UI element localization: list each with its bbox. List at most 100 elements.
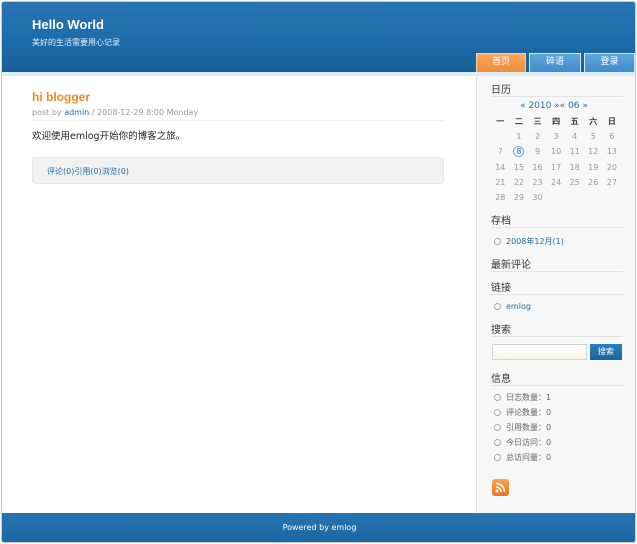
- calendar-weekday-row: 一 二 三 四 五 六 日: [491, 114, 621, 129]
- calendar-day: 22: [513, 177, 524, 187]
- links-title: 链接: [491, 283, 511, 294]
- calendar-day: 26: [588, 177, 599, 187]
- calendar-divider: [491, 96, 623, 97]
- calendar-day: 7: [497, 147, 503, 157]
- calendar-nav: « 2010 »« 06 »: [520, 101, 588, 111]
- info-item: 日志数量：1: [494, 392, 551, 403]
- info-trackback-count: 引用数量：0: [506, 423, 552, 432]
- calendar-day: 24: [550, 177, 562, 187]
- nav-login-tab[interactable]: 登录: [584, 53, 635, 72]
- info-item: 引用数量：0: [494, 422, 551, 433]
- weekday-header: 六: [589, 117, 598, 127]
- calendar-day: 9: [534, 147, 541, 157]
- calendar-day: 14: [495, 162, 506, 172]
- post-footer: 评论(0)引用(0)浏览(0): [32, 157, 444, 184]
- post-author-link[interactable]: admin: [64, 108, 89, 117]
- nav-home-tab[interactable]: 首页: [476, 53, 526, 72]
- weekday-header: 二: [514, 117, 523, 127]
- calendar-day: 29: [513, 193, 524, 203]
- bullet-icon: [494, 454, 501, 461]
- nav-twitter-tab[interactable]: 碎语: [529, 53, 581, 72]
- calendar-day: 10: [550, 147, 562, 157]
- calendar-day: [565, 190, 584, 205]
- weekday-header: 三: [533, 117, 542, 127]
- calendar-day: 16: [532, 162, 543, 172]
- calendar-month-switch[interactable]: »«: [554, 101, 565, 111]
- bullet-icon: [494, 439, 501, 446]
- info-total-visits: 总访问量：0: [506, 453, 552, 462]
- calendar-day: 12: [588, 147, 599, 157]
- calendar-day: 19: [588, 162, 599, 172]
- post-meta: post by admin / 2008-12-29 8:00 Monday: [32, 108, 198, 117]
- search-input[interactable]: [492, 344, 587, 360]
- calendar-day: 18: [569, 162, 580, 172]
- calendar-week-row: 1 2 3 4 5 6: [491, 129, 621, 144]
- calendar-day: 6: [609, 132, 615, 142]
- bullet-icon: [494, 424, 501, 431]
- calendar-day: 4: [572, 132, 578, 142]
- emlog-link[interactable]: emlog: [506, 302, 531, 311]
- post-divider: [32, 120, 444, 121]
- calendar-next-month[interactable]: »: [582, 101, 588, 111]
- calendar-day: 13: [606, 147, 617, 157]
- powered-by-text: Powered by emlog: [282, 523, 357, 532]
- bullet-icon: [494, 394, 501, 401]
- bullet-icon: [494, 409, 501, 416]
- search-title: 搜索: [491, 325, 511, 336]
- trackbacks-link[interactable]: 引用(0): [74, 167, 101, 176]
- latest-comments-divider: [491, 271, 623, 272]
- calendar-day: 8: [510, 144, 529, 159]
- calendar-day: [584, 190, 603, 205]
- archive-divider: [491, 227, 623, 228]
- calendar-day: 2: [534, 132, 541, 142]
- calendar-day: 3: [553, 132, 559, 142]
- calendar-month: 06: [568, 101, 580, 111]
- calendar-day: 20: [606, 162, 617, 172]
- bullet-icon: [494, 238, 501, 245]
- calendar-day: 17: [550, 162, 562, 172]
- calendar-prev-year[interactable]: «: [520, 101, 526, 111]
- weekday-header: 五: [570, 117, 579, 127]
- calendar-day: 15: [513, 162, 524, 172]
- calendar-day: 30: [532, 193, 543, 203]
- weekday-header: 一: [496, 117, 505, 127]
- post-title[interactable]: hi blogger: [32, 90, 90, 104]
- calendar-day: 27: [606, 177, 617, 187]
- info-today-visits: 今日访问：0: [506, 438, 552, 447]
- calendar-day: 11: [569, 147, 580, 157]
- search-divider: [491, 336, 623, 337]
- calendar-day: 23: [532, 177, 543, 187]
- links-item: emlog: [494, 302, 531, 311]
- calendar-day: 28: [495, 193, 506, 203]
- calendar-days: 1 2 3 4 5 6 7 8 9 10 11 12 13 14 15 16 17 18 19 20 21 22 23 24 2…: [491, 129, 621, 205]
- site-header: Hello World 美好的生活需要用心记录 首页 碎语 登录: [2, 2, 635, 72]
- links-divider: [491, 294, 623, 295]
- calendar-day: [491, 129, 510, 144]
- site-title[interactable]: Hello World: [32, 17, 104, 32]
- comments-link[interactable]: 评论(0): [47, 167, 74, 176]
- calendar-day: 1: [516, 132, 522, 142]
- archive-link[interactable]: 2008年12月(1): [506, 237, 564, 246]
- post-footer-links: 评论(0)引用(0)浏览(0): [47, 166, 129, 177]
- post-body: 欢迎使用emlog开始你的博客之旅。: [32, 131, 186, 142]
- weekday-header: 四: [552, 117, 561, 127]
- bullet-icon: [494, 303, 501, 310]
- views-link[interactable]: 浏览(0): [102, 167, 129, 176]
- info-title: 信息: [491, 374, 511, 385]
- info-item: 总访问量：0: [494, 452, 551, 463]
- post-date: / 2008-12-29 8:00 Monday: [91, 108, 199, 117]
- calendar-week-row: 14 15 16 17 18 19 20: [491, 160, 621, 175]
- post-meta-prefix: post by: [32, 108, 62, 117]
- page-frame: Hello World 美好的生活需要用心记录 首页 碎语 登录 hi blog…: [1, 1, 636, 543]
- site-footer: Powered by emlog: [2, 513, 635, 542]
- calendar-week-row: 21 22 23 24 25 26 27: [491, 175, 621, 190]
- archive-item: 2008年12月(1): [494, 236, 564, 247]
- calendar-day: [603, 190, 622, 205]
- rss-icon[interactable]: [492, 479, 509, 496]
- search-button[interactable]: 搜索: [590, 344, 622, 360]
- info-post-count: 日志数量：1: [506, 393, 552, 402]
- calendar-today: 8: [513, 146, 525, 158]
- site-subtitle: 美好的生活需要用心记录: [32, 38, 120, 47]
- calendar-day: [547, 190, 566, 205]
- latest-comments-title: 最新评论: [491, 260, 531, 271]
